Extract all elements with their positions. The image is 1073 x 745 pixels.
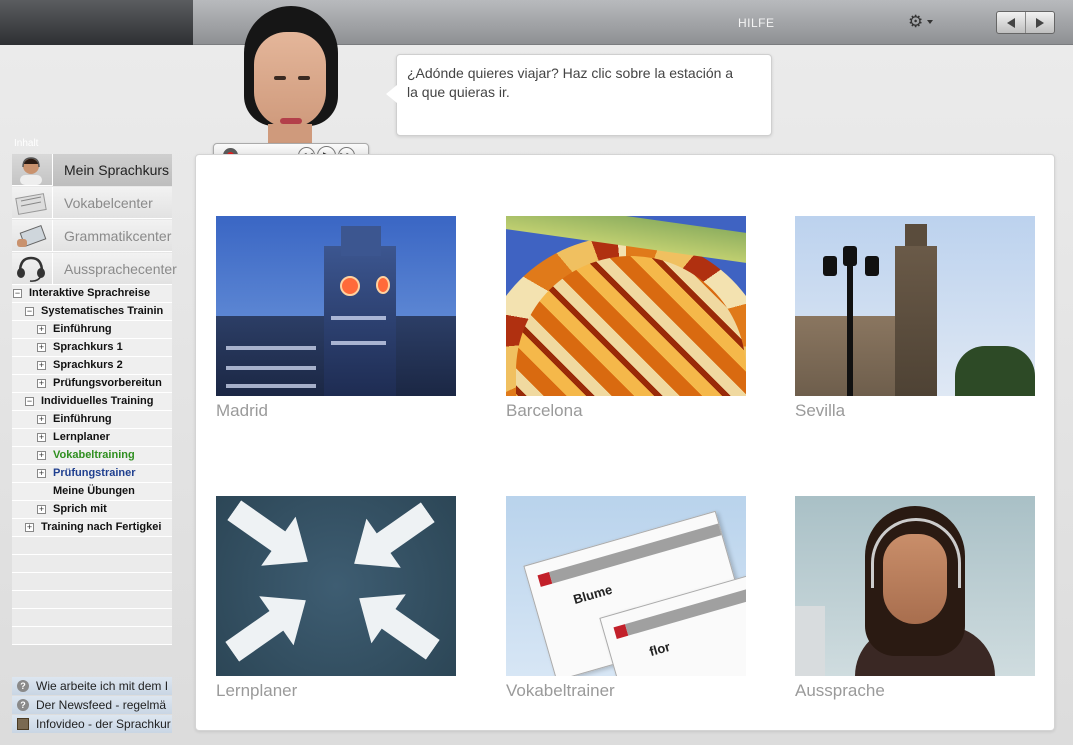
tree-item[interactable]: − Systematisches Trainin: [12, 303, 172, 321]
tree-item[interactable]: + Sprachkurs 1: [12, 339, 172, 357]
tree-item[interactable]: + Prüfungsvorbereitun: [12, 375, 172, 393]
tree-empty-row: [12, 555, 172, 573]
menu-label: Mein Sprachkurs: [52, 154, 172, 186]
lernplaner-image: [216, 496, 456, 676]
forward-button[interactable]: [1026, 12, 1054, 33]
tile-barcelona[interactable]: Barcelona: [506, 216, 746, 421]
collapse-icon[interactable]: −: [13, 289, 22, 298]
help-link-item[interactable]: ? Der Newsfeed - regelmä: [12, 696, 172, 714]
expand-icon[interactable]: +: [37, 415, 46, 424]
tree-item[interactable]: Meine Übungen: [12, 483, 172, 501]
arrow-left-icon: [1007, 17, 1015, 28]
tree-item[interactable]: + Einführung: [12, 321, 172, 339]
menu-grammatikcenter[interactable]: Grammatikcenter: [12, 220, 172, 252]
sidebar: Inhalt Mein Sprachkurs Vokabelcenter Gra…: [12, 136, 177, 736]
sevilla-image: [795, 216, 1035, 396]
aussprache-image: [795, 496, 1035, 676]
tree-empty-row: [12, 609, 172, 627]
tree-item[interactable]: − Interaktive Sprachreise: [12, 285, 172, 303]
arrow-right-icon: [1036, 17, 1044, 28]
back-button[interactable]: [997, 12, 1026, 33]
tile-caption: Barcelona: [506, 401, 583, 420]
expand-icon[interactable]: +: [37, 379, 46, 388]
tile-sevilla[interactable]: Sevilla: [795, 216, 1035, 421]
tree-empty-row: [12, 573, 172, 591]
menu-mein-sprachkurs[interactable]: Mein Sprachkurs: [12, 154, 172, 186]
expand-icon[interactable]: +: [37, 469, 46, 478]
vocabulary-icon: [12, 187, 50, 219]
speech-bubble: ¿Adónde quieres viajar? Haz clic sobre l…: [386, 54, 772, 136]
content-panel: Madrid Barcelona Sevilla Lernplaner Blum…: [195, 154, 1055, 731]
gear-icon: ⚙: [908, 12, 924, 31]
help-link-item[interactable]: Infovideo - der Sprachkur: [12, 715, 172, 733]
expand-icon[interactable]: +: [25, 523, 34, 532]
tile-caption: Vokabeltrainer: [506, 681, 615, 700]
help-icon: ?: [17, 699, 29, 711]
tree-item[interactable]: + Lernplaner: [12, 429, 172, 447]
help-icon: ?: [17, 680, 29, 692]
card-word: Blume: [571, 581, 614, 608]
vokabeltrainer-image: Blume flor: [506, 496, 746, 676]
video-icon: [17, 718, 29, 730]
tile-caption: Sevilla: [795, 401, 846, 420]
menu-label: Grammatikcenter: [52, 220, 172, 252]
menu-label: Aussprachecenter: [52, 253, 177, 285]
expand-icon[interactable]: +: [37, 451, 46, 460]
tile-caption: Lernplaner: [216, 681, 298, 700]
tutor-avatar: [232, 6, 350, 144]
tree-item[interactable]: + Sprachkurs 2: [12, 357, 172, 375]
tile-madrid[interactable]: Madrid: [216, 216, 456, 421]
tile-caption: Madrid: [216, 401, 268, 420]
top-bar-left: [0, 0, 193, 45]
collapse-icon[interactable]: −: [25, 307, 34, 316]
tree-item[interactable]: + Training nach Fertigkei: [12, 519, 172, 537]
speech-bubble-text: ¿Adónde quieres viajar? Haz clic sobre l…: [407, 65, 734, 100]
tree-item[interactable]: − Individuelles Training: [12, 393, 172, 411]
tile-caption: Aussprache: [795, 681, 885, 700]
madrid-image: [216, 216, 456, 396]
tile-lernplaner[interactable]: Lernplaner: [216, 496, 456, 701]
card-word: flor: [647, 638, 672, 660]
expand-icon[interactable]: +: [37, 361, 46, 370]
menu-label: Vokabelcenter: [52, 187, 172, 219]
tree-empty-row: [12, 627, 172, 645]
help-link-item[interactable]: ? Wie arbeite ich mit dem I: [12, 677, 172, 695]
help-link[interactable]: HILFE: [738, 16, 775, 30]
tree-empty-row: [12, 537, 172, 555]
navigation-buttons: [996, 11, 1055, 34]
expand-icon[interactable]: +: [37, 433, 46, 442]
menu-aussprachecenter[interactable]: Aussprachecenter: [12, 253, 177, 285]
collapse-icon[interactable]: −: [25, 397, 34, 406]
help-links: ? Wie arbeite ich mit dem I ? Der Newsfeed…: [12, 677, 172, 734]
expand-icon[interactable]: +: [37, 343, 46, 352]
barcelona-image: [506, 216, 746, 396]
tree-item[interactable]: + Einführung: [12, 411, 172, 429]
settings-button[interactable]: ⚙: [908, 12, 938, 32]
tree-item[interactable]: + Sprich mit: [12, 501, 172, 519]
tree-item[interactable]: + Prüfungstrainer: [12, 465, 172, 483]
tree-empty-row: [12, 591, 172, 609]
headset-icon: [12, 253, 50, 285]
chevron-down-icon: [927, 20, 933, 24]
tree-item[interactable]: + Vokabeltraining: [12, 447, 172, 465]
user-headset-icon: [12, 154, 50, 186]
top-bar: HILFE ⚙: [0, 0, 1073, 45]
tile-vokabeltrainer[interactable]: Blume flor Vokabeltrainer: [506, 496, 746, 701]
grammar-icon: [12, 220, 50, 252]
expand-icon[interactable]: +: [37, 325, 46, 334]
tile-aussprache[interactable]: Aussprache: [795, 496, 1035, 701]
sidebar-heading: Inhalt: [14, 138, 39, 149]
menu-vokabelcenter[interactable]: Vokabelcenter: [12, 187, 172, 219]
course-tree: − Interaktive Sprachreise − Systematisches…: [12, 285, 172, 645]
expand-icon[interactable]: +: [37, 505, 46, 514]
